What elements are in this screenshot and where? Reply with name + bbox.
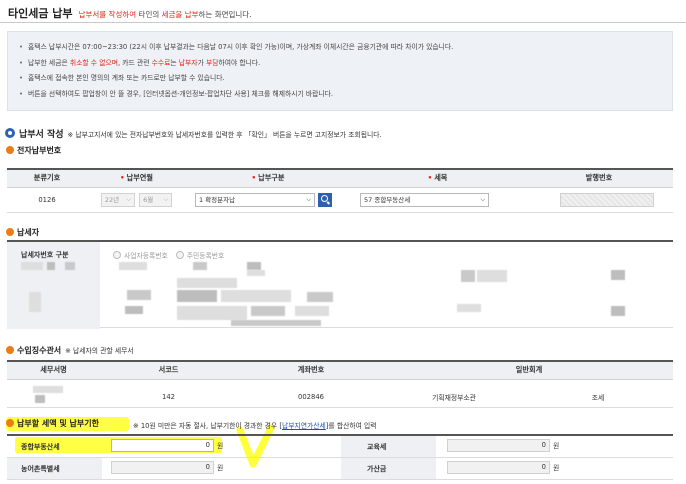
additional-charge-input[interactable]: 0	[447, 461, 550, 474]
electronic-number-title: 전자납부번호	[17, 146, 62, 155]
payment-type-select[interactable]: 1 확정분자납 ⌵	[195, 192, 315, 207]
office-name-cell	[7, 379, 100, 408]
late-payment-penalty-link[interactable]: 납부지연가산세	[282, 422, 326, 430]
col-account-number: 계좌번호	[237, 361, 385, 380]
table-row: 농어촌특별세 0원 가산금 0원	[7, 458, 673, 480]
comprehensive-property-tax-label: 종합부동산세	[21, 443, 60, 451]
label-cell	[341, 436, 436, 457]
year-month-cell: 22년 ⌵ 6월 ⌵	[87, 187, 186, 213]
currency-unit: 원	[553, 442, 560, 450]
taxpayer-id-type-label: 납세자번호 구분	[21, 251, 69, 259]
education-tax-input[interactable]: 0	[447, 439, 550, 452]
revenue-office-note: ※ 납세자의 관할 세무서	[65, 347, 134, 355]
notice-box: 홈택스 납부시간은 07:00~23:30 (22시 이후 납부결과는 다음날 …	[7, 31, 673, 111]
label-cell	[341, 458, 436, 479]
subtitle-emphasis-1: 납부서를 작성하여	[78, 10, 137, 19]
redacted-office-name	[33, 385, 63, 393]
table-header-row: 세무서명 서코드 계좌번호 일반회계	[7, 361, 674, 380]
notice-item-hours: 홈택스 납부시간은 07:00~23:30 (22시 이후 납부결과는 다음날 …	[19, 40, 672, 56]
currency-unit: 원	[217, 464, 224, 472]
tax-amount-note: ※ 10원 미만은 자동 절사, 납부기한이 경과한 경우 [납부지연가산세]를…	[133, 422, 377, 430]
currency-unit: 원	[553, 464, 560, 472]
col-classification: 분류기호	[7, 169, 87, 188]
col-general-account: 일반회계	[385, 361, 674, 380]
search-button[interactable]	[318, 192, 332, 207]
payment-form-title: 납부서 작성	[19, 130, 64, 140]
year-select[interactable]: 22년 ⌵	[100, 192, 135, 207]
rural-special-tax-input[interactable]: 0	[111, 461, 214, 474]
rural-special-tax-label: 농어촌특별세	[21, 465, 60, 473]
rural-special-tax-field: 0원	[111, 461, 223, 474]
col-issue-number: 발행번호	[525, 169, 673, 188]
electronic-number-table: 분류기호 • 납부연월 • 납부구분 • 세목 발행번호 0126 22년 ⌵ 6월 ⌵ …	[7, 168, 673, 213]
section-dot-icon	[6, 146, 14, 154]
radio-business-icon[interactable]	[113, 251, 121, 259]
revenue-office-heading: 수입징수관서 ※ 납세자의 관할 세무서	[6, 345, 134, 356]
revenue-office-title: 수입징수관서	[17, 346, 62, 355]
tax-item-cell: 57 종합부동산세 ⌵	[350, 187, 525, 213]
redacted-office-name-2	[35, 394, 45, 403]
col-payment-type: • 납부구분	[186, 169, 350, 188]
ministry-value: 기획재정부소관	[385, 379, 523, 408]
section-bullet-icon	[5, 128, 15, 138]
payment-form-description: ※ 납부고지서에 있는 전자납부번호와 납세자번호를 입력한 후 「확인」 버튼…	[67, 131, 382, 139]
payment-form-heading: 납부서 작성 ※ 납부고지서에 있는 전자납부번호와 납세자번호를 입력한 후 「…	[5, 127, 382, 140]
additional-charge-field: 0원	[447, 461, 559, 474]
chevron-down-icon: ⌵	[480, 195, 485, 203]
account-number-value: 002846	[237, 379, 385, 408]
tax-amount-table: 종합부동산세 0원 교육세 0원 농어촌특별세 0원 가산금 0원	[7, 434, 673, 484]
chevron-down-icon: ⌵	[306, 195, 311, 203]
radio-business-label: 사업자등록번호	[124, 252, 168, 260]
radio-resident-icon[interactable]	[175, 251, 184, 259]
title-divider	[0, 22, 686, 23]
col-office-name: 세무서명	[7, 361, 100, 380]
subtitle-part-2: 타인의	[136, 10, 162, 19]
electronic-number-heading: 전자납부번호	[6, 145, 61, 156]
notice-item-popup: 버튼을 선택하여도 팝업창이 안 뜰 경우, [인터넷옵션-개인정보-팝업차단 …	[19, 87, 672, 103]
notice-item-cancel: 납부한 세금은 취소할 수 없으며, 카드 관련 수수료는 납부자가 부담하여야…	[19, 56, 672, 72]
comprehensive-property-tax-field: 0원	[111, 439, 223, 452]
section-dot-icon	[6, 228, 14, 236]
tax-item-select[interactable]: 57 종합부동산세 ⌵	[360, 192, 489, 207]
col-office-code: 서코드	[100, 361, 237, 380]
classification-value: 0126	[7, 187, 87, 213]
tax-type-value: 조세	[523, 379, 674, 408]
table-row: 0126 22년 ⌵ 6월 ⌵ 1 확정분자납 ⌵ 57 종합부동산세 ⌵	[7, 187, 673, 213]
taxpayer-title: 납세자	[17, 228, 40, 237]
page-subtitle: 납부서를 작성하여 타인의 세금을 납부하는 화면입니다.	[79, 10, 252, 19]
table-row: 종합부동산세 0원 교육세 0원	[7, 436, 673, 458]
table-header-row: 분류기호 • 납부연월 • 납부구분 • 세목 발행번호	[7, 169, 673, 188]
additional-charge-label: 가산금	[367, 465, 387, 473]
section-dot-icon	[6, 419, 14, 427]
subtitle-emphasis-3: 세금을 납부	[161, 10, 199, 19]
chevron-down-icon: ⌵	[126, 195, 131, 203]
taxpayer-heading: 납세자	[6, 227, 39, 238]
notice-item-account: 홈택스에 접속한 본인 명의의 계좌 또는 카드로만 납부할 수 있습니다.	[19, 71, 672, 87]
issue-number-cell	[525, 187, 673, 213]
comprehensive-property-tax-input[interactable]: 0	[111, 439, 214, 452]
taxpayer-panel: 납세자번호 구분 사업자등록번호 주민등록번호	[7, 240, 673, 329]
chevron-down-icon: ⌵	[163, 195, 169, 203]
section-dot-icon	[6, 346, 14, 354]
radio-resident-label: 주민등록번호	[186, 252, 225, 260]
page-title-text: 타인세금 납부	[8, 7, 73, 20]
page-title: 타인세금 납부 납부서를 작성하여 타인의 세금을 납부하는 화면입니다.	[8, 5, 252, 21]
payment-type-cell: 1 확정분자납 ⌵	[186, 187, 350, 213]
revenue-office-table: 세무서명 서코드 계좌번호 일반회계 142 002846 기획재정부소관 조세	[7, 360, 674, 408]
subtitle-part-4: 하는 화면입니다.	[198, 10, 252, 19]
education-tax-field: 0원	[447, 439, 559, 452]
month-select[interactable]: 6월 ⌵	[139, 192, 173, 207]
tax-amount-title: 납부할 세액 및 납부기한	[17, 419, 99, 428]
table-row: 142 002846 기획재정부소관 조세	[7, 379, 674, 408]
education-tax-label: 교육세	[367, 443, 387, 451]
tax-amount-heading: 납부할 세액 및 납부기한	[6, 418, 99, 429]
currency-unit: 원	[217, 442, 224, 450]
col-year-month: • 납부연월	[87, 169, 186, 188]
issue-number-input	[560, 192, 654, 207]
taxpayer-id-radio-group: 사업자등록번호 주민등록번호	[113, 250, 232, 260]
office-code-value: 142	[100, 379, 237, 408]
col-tax-item: • 세목	[350, 169, 525, 188]
